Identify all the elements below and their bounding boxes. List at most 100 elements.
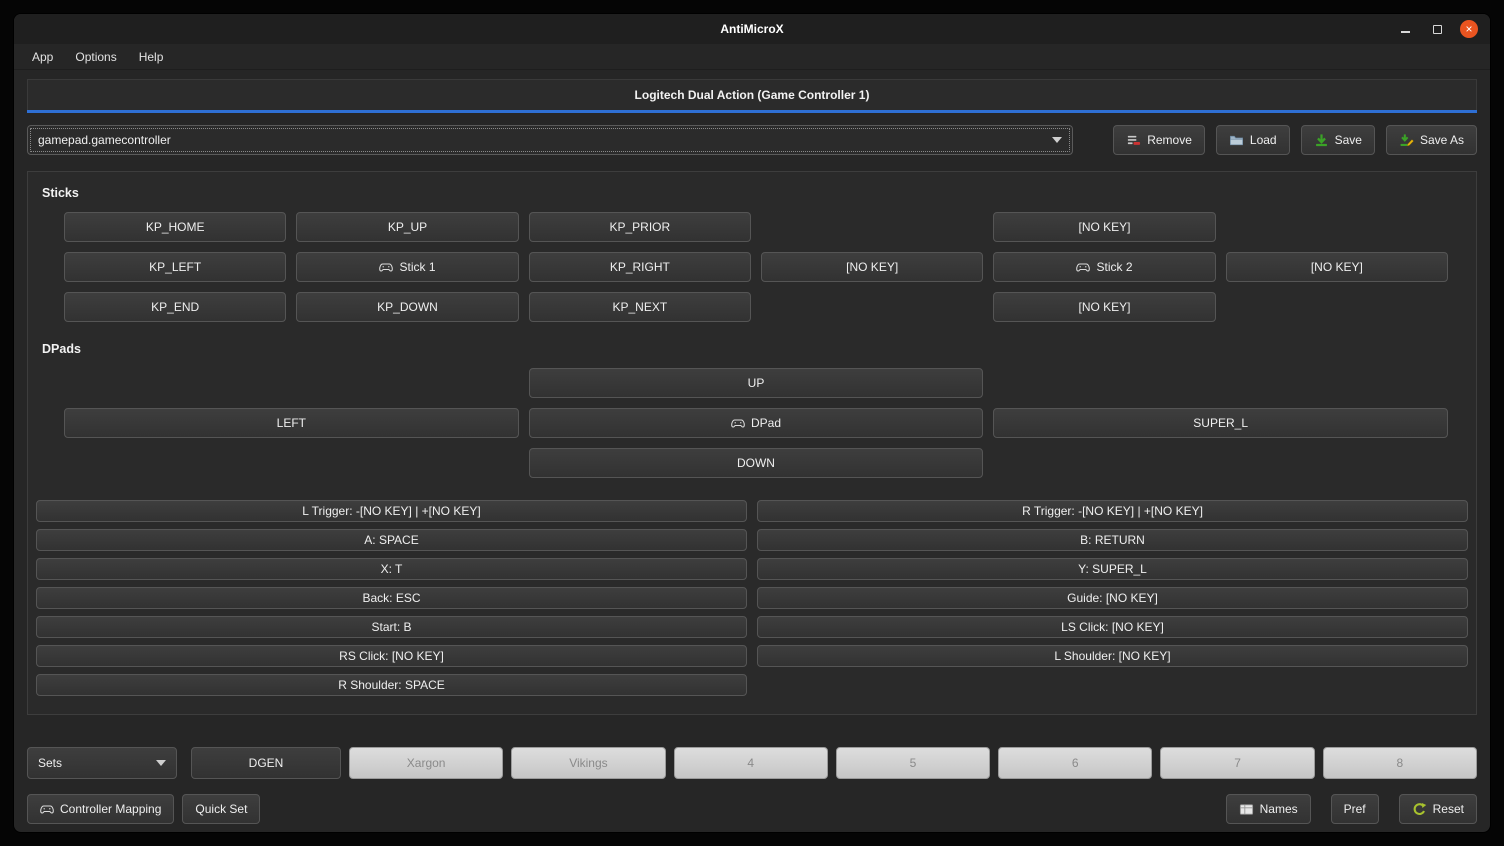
sticks-heading: Sticks — [42, 186, 1468, 200]
menu-app[interactable]: App — [24, 47, 61, 67]
profile-combobox-value: gamepad.gamecontroller — [38, 133, 171, 147]
dpad-center-label: DPad — [751, 416, 781, 430]
start-button[interactable]: Start: B — [36, 616, 747, 638]
stick1-down-button[interactable]: KP_DOWN — [296, 292, 518, 322]
save-as-button-label: Save As — [1420, 133, 1464, 147]
reset-icon — [1412, 802, 1427, 817]
content: Logitech Dual Action (Game Controller 1)… — [14, 70, 1490, 832]
maximize-button[interactable] — [1428, 20, 1446, 38]
minimize-icon — [1401, 31, 1410, 33]
sets-dropdown-label: Sets — [38, 756, 62, 770]
dpad-up-button[interactable]: UP — [529, 368, 984, 398]
empty-cell — [757, 674, 1468, 696]
controller-tab-label: Logitech Dual Action (Game Controller 1) — [635, 88, 870, 102]
names-icon — [1239, 802, 1254, 817]
chevron-down-icon — [156, 760, 166, 766]
sets-dropdown-button[interactable]: Sets — [27, 747, 177, 779]
dpads-heading: DPads — [42, 342, 1468, 356]
titlebar: AntiMicroX × — [14, 14, 1490, 44]
window-controls: × — [1396, 20, 1490, 38]
stick2-up-button[interactable]: [NO KEY] — [993, 212, 1215, 242]
pref-label: Pref — [1344, 802, 1366, 816]
minimize-button[interactable] — [1396, 20, 1414, 38]
gamepad-icon — [731, 419, 745, 428]
stick1-left-button[interactable]: KP_LEFT — [64, 252, 286, 282]
dpad-grid: UP LEFT DPad SUPER_L DOWN — [64, 368, 1448, 478]
sets-row: Sets DGEN Xargon Vikings 4 5 6 7 8 — [27, 747, 1477, 779]
footer: Controller Mapping Quick Set Names — [27, 794, 1477, 824]
remove-button[interactable]: Remove — [1113, 125, 1205, 155]
reset-button[interactable]: Reset — [1399, 794, 1477, 824]
set-tab-dgen[interactable]: DGEN — [191, 747, 341, 779]
rs-click-button[interactable]: RS Click: [NO KEY] — [36, 645, 747, 667]
stick1-up-left-button[interactable]: KP_HOME — [64, 212, 286, 242]
quick-set-button[interactable]: Quick Set — [182, 794, 260, 824]
set-tab-4[interactable]: 4 — [674, 747, 828, 779]
pref-button[interactable]: Pref — [1331, 794, 1379, 824]
guide-button[interactable]: Guide: [NO KEY] — [757, 587, 1468, 609]
stick1-up-right-button[interactable]: KP_PRIOR — [529, 212, 751, 242]
profile-combobox[interactable]: gamepad.gamecontroller — [27, 125, 1073, 155]
controller-tab[interactable]: Logitech Dual Action (Game Controller 1) — [27, 79, 1477, 110]
stick2-left-button[interactable]: [NO KEY] — [761, 252, 983, 282]
r-trigger-button[interactable]: R Trigger: -[NO KEY] | +[NO KEY] — [757, 500, 1468, 522]
app-window: AntiMicroX × App Options Help Logi — [14, 14, 1490, 832]
set-tab-7[interactable]: 7 — [1160, 747, 1314, 779]
menubar: App Options Help — [14, 44, 1490, 70]
stick2-right-button[interactable]: [NO KEY] — [1226, 252, 1448, 282]
load-button-label: Load — [1250, 133, 1277, 147]
dpad-left-button[interactable]: LEFT — [64, 408, 519, 438]
set-tab-8[interactable]: 8 — [1323, 747, 1477, 779]
dpad-center-button[interactable]: DPad — [529, 408, 984, 438]
footer-right-group: Names Pref Reset — [1226, 794, 1477, 824]
close-icon: × — [1465, 23, 1472, 35]
save-button[interactable]: Save — [1301, 125, 1375, 155]
a-button[interactable]: A: SPACE — [36, 529, 747, 551]
profile-toolbar: Remove Load — [1113, 125, 1477, 155]
save-as-icon — [1399, 133, 1414, 148]
set-tab-xargon[interactable]: Xargon — [349, 747, 503, 779]
maximize-icon — [1433, 25, 1442, 34]
back-button[interactable]: Back: ESC — [36, 587, 747, 609]
stick1-right-button[interactable]: KP_RIGHT — [529, 252, 751, 282]
names-button[interactable]: Names — [1226, 794, 1311, 824]
ls-click-button[interactable]: LS Click: [NO KEY] — [757, 616, 1468, 638]
l-trigger-button[interactable]: L Trigger: -[NO KEY] | +[NO KEY] — [36, 500, 747, 522]
dpad-right-button[interactable]: SUPER_L — [993, 408, 1448, 438]
l-shoulder-button[interactable]: L Shoulder: [NO KEY] — [757, 645, 1468, 667]
stick2-center-label: Stick 2 — [1096, 260, 1132, 274]
stick1-up-button[interactable]: KP_UP — [296, 212, 518, 242]
save-as-button[interactable]: Save As — [1386, 125, 1477, 155]
gamepad-icon — [1076, 263, 1090, 272]
set-tab-6[interactable]: 6 — [998, 747, 1152, 779]
load-button[interactable]: Load — [1216, 125, 1290, 155]
b-button[interactable]: B: RETURN — [757, 529, 1468, 551]
load-folder-icon — [1229, 133, 1244, 148]
controller-mapping-button[interactable]: Controller Mapping — [27, 794, 174, 824]
stick1-center-button[interactable]: Stick 1 — [296, 252, 518, 282]
y-button[interactable]: Y: SUPER_L — [757, 558, 1468, 580]
screen: AntiMicroX × App Options Help Logi — [0, 0, 1504, 846]
menu-help[interactable]: Help — [131, 47, 172, 67]
tab-accent-underline — [27, 110, 1477, 113]
close-button[interactable]: × — [1460, 20, 1478, 38]
profile-row: gamepad.gamecontroller Remove — [27, 125, 1477, 155]
save-button-label: Save — [1335, 133, 1362, 147]
set-tab-5[interactable]: 5 — [836, 747, 990, 779]
gamepad-icon — [379, 263, 393, 272]
stick1-down-left-button[interactable]: KP_END — [64, 292, 286, 322]
menu-options[interactable]: Options — [67, 47, 124, 67]
stick2-center-button[interactable]: Stick 2 — [993, 252, 1215, 282]
gamepad-icon — [40, 805, 54, 814]
controller-mapping-label: Controller Mapping — [60, 802, 161, 816]
dpad-down-button[interactable]: DOWN — [529, 448, 984, 478]
stick1-down-right-button[interactable]: KP_NEXT — [529, 292, 751, 322]
r-shoulder-button[interactable]: R Shoulder: SPACE — [36, 674, 747, 696]
x-button[interactable]: X: T — [36, 558, 747, 580]
stick2-down-button[interactable]: [NO KEY] — [993, 292, 1215, 322]
stick1-center-label: Stick 1 — [399, 260, 435, 274]
remove-icon — [1126, 133, 1141, 148]
button-mapping-grid: L Trigger: -[NO KEY] | +[NO KEY] R Trigg… — [36, 500, 1468, 696]
set-tab-vikings[interactable]: Vikings — [511, 747, 665, 779]
save-icon — [1314, 133, 1329, 148]
